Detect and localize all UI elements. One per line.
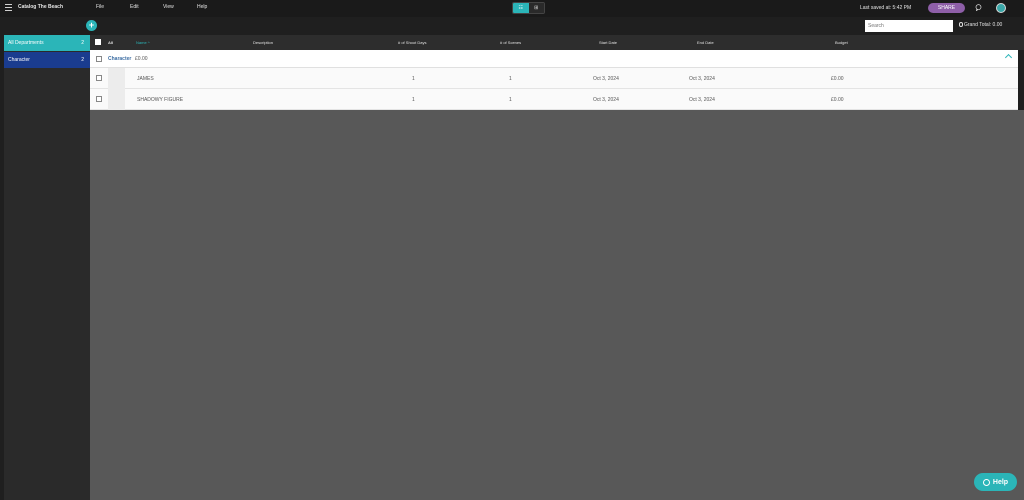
grand-total: Grand Total: 0.00 bbox=[959, 22, 1002, 28]
chevron-up-icon[interactable] bbox=[1004, 53, 1013, 62]
project-title: Catalog The Beach bbox=[18, 4, 64, 10]
sidebar-item-count: 2 bbox=[81, 57, 84, 63]
chat-bubble-icon bbox=[982, 478, 990, 486]
table-row[interactable]: SHADOWY FIGURE 1 1 Oct 3, 2024 Oct 3, 20… bbox=[90, 89, 1018, 110]
row-checkbox[interactable] bbox=[96, 75, 102, 81]
row-shoot-days: 1 bbox=[412, 76, 415, 82]
top-bar: Catalog The Beach File Edit View Help ☷ … bbox=[0, 0, 1024, 17]
group-name: Character bbox=[108, 56, 132, 62]
row-start-date: Oct 3, 2024 bbox=[593, 97, 619, 103]
last-saved-status: Last saved at: 5:42 PM bbox=[860, 5, 912, 11]
header-shoot-days[interactable]: # of Shoot Days bbox=[398, 40, 426, 45]
header-all: All bbox=[108, 40, 114, 45]
empty-content-area bbox=[90, 110, 1024, 500]
list-view-button[interactable]: ☷ bbox=[513, 3, 529, 13]
table-row[interactable]: JAMES 1 1 Oct 3, 2024 Oct 3, 2024 £0.00 bbox=[90, 68, 1018, 89]
row-end-date: Oct 3, 2024 bbox=[689, 76, 715, 82]
menu-help[interactable]: Help bbox=[197, 4, 207, 10]
sidebar-item-character[interactable]: Character 2 bbox=[4, 52, 90, 68]
row-handle[interactable] bbox=[108, 68, 125, 89]
row-scenes: 1 bbox=[509, 97, 512, 103]
row-budget: £0.00 bbox=[831, 76, 844, 82]
comment-icon[interactable] bbox=[975, 4, 982, 11]
row-name: SHADOWY FIGURE bbox=[137, 97, 184, 103]
group-checkbox[interactable] bbox=[96, 56, 102, 62]
table-header: All Name ^ Description # of Shoot Days #… bbox=[90, 35, 1024, 50]
sidebar-item-label: All Departments bbox=[8, 40, 44, 46]
header-end-date[interactable]: End Date bbox=[697, 40, 714, 45]
row-start-date: Oct 3, 2024 bbox=[593, 76, 619, 82]
header-description[interactable]: Description bbox=[253, 40, 273, 45]
sidebar-item-count: 2 bbox=[81, 40, 84, 46]
row-scenes: 1 bbox=[509, 76, 512, 82]
sidebar-item-label: Character bbox=[8, 57, 30, 63]
view-toggle: ☷ ⊞ bbox=[512, 2, 545, 14]
menu-view[interactable]: View bbox=[163, 4, 174, 10]
hamburger-menu-icon[interactable] bbox=[5, 4, 12, 11]
group-row-character[interactable]: Character £0.00 bbox=[90, 50, 1018, 68]
department-sidebar: All Departments 2 Character 2 bbox=[4, 35, 90, 500]
row-end-date: Oct 3, 2024 bbox=[689, 97, 715, 103]
header-budget[interactable]: Budget bbox=[835, 40, 848, 45]
table-body: Character £0.00 JAMES 1 1 Oct 3, 2024 Oc… bbox=[90, 50, 1018, 110]
menu-edit[interactable]: Edit bbox=[130, 4, 139, 10]
row-shoot-days: 1 bbox=[412, 97, 415, 103]
header-scenes[interactable]: # of Scenes bbox=[500, 40, 521, 45]
group-amount: £0.00 bbox=[135, 56, 148, 62]
sidebar-item-all-departments[interactable]: All Departments 2 bbox=[4, 35, 90, 51]
menu-file[interactable]: File bbox=[96, 4, 104, 10]
grand-total-text: Grand Total: 0.00 bbox=[964, 22, 1003, 28]
help-button[interactable]: Help bbox=[974, 473, 1017, 491]
toolbar-row: + Grand Total: 0.00 bbox=[0, 17, 1024, 35]
header-name-sort[interactable]: Name ^ bbox=[136, 40, 150, 45]
search-input[interactable] bbox=[865, 20, 953, 32]
row-checkbox[interactable] bbox=[96, 96, 102, 102]
grid-view-button[interactable]: ⊞ bbox=[528, 3, 544, 13]
user-avatar[interactable] bbox=[996, 3, 1006, 13]
money-bag-icon bbox=[959, 22, 963, 27]
share-button[interactable]: SHARE bbox=[928, 3, 965, 13]
row-handle[interactable] bbox=[108, 89, 125, 110]
row-budget: £0.00 bbox=[831, 97, 844, 103]
help-label: Help bbox=[992, 478, 1009, 486]
select-all-checkbox[interactable] bbox=[95, 39, 101, 45]
add-button[interactable]: + bbox=[86, 20, 97, 31]
row-name: JAMES bbox=[137, 76, 154, 82]
header-start-date[interactable]: Start Date bbox=[599, 40, 617, 45]
